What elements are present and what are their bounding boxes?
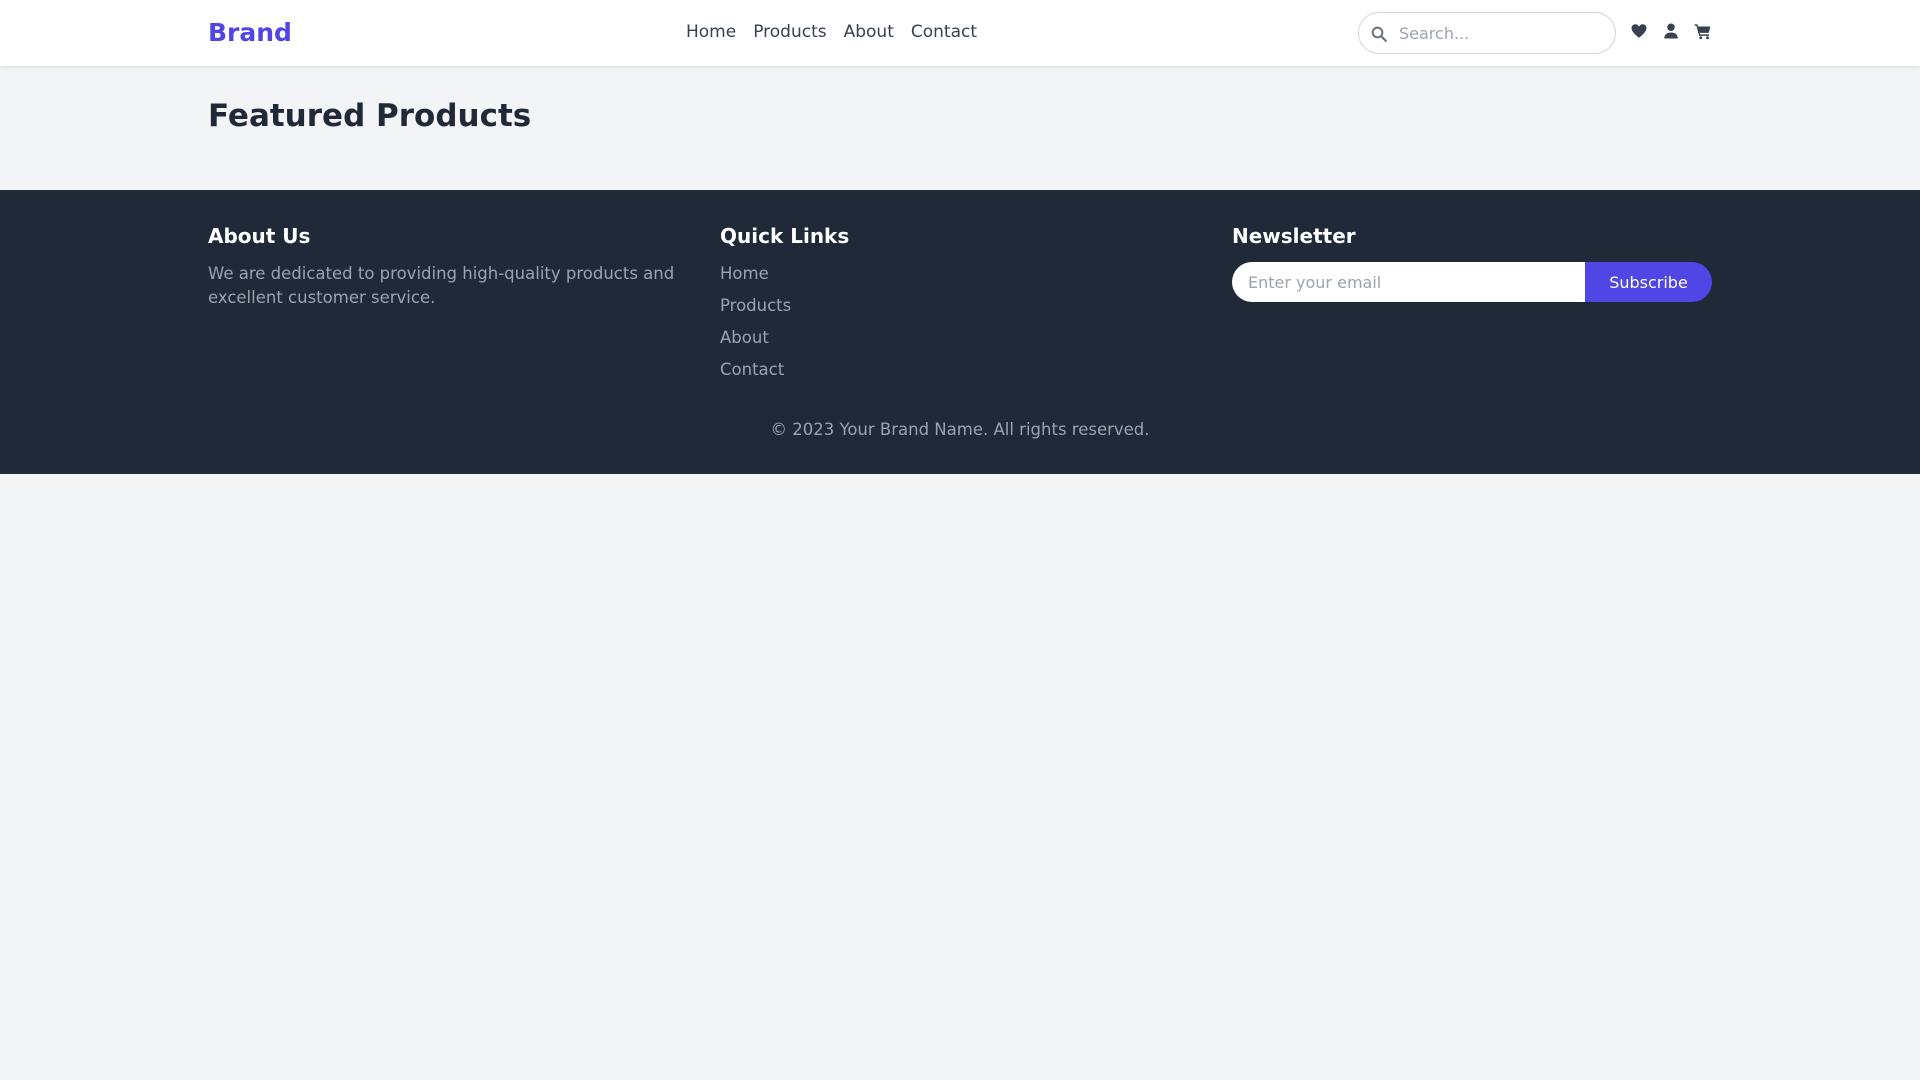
- email-field[interactable]: [1232, 262, 1585, 302]
- brand-logo[interactable]: Brand: [208, 16, 292, 50]
- footer-newsletter-title: Newsletter: [1232, 224, 1356, 248]
- main-nav: Home Products About Contact: [686, 20, 977, 44]
- nav-contact[interactable]: Contact: [911, 20, 977, 44]
- site-footer: About Us We are dedicated to providing h…: [0, 190, 1920, 474]
- nav-about[interactable]: About: [844, 20, 894, 44]
- list-item: Products: [720, 294, 1200, 318]
- quick-links-list: Home Products About Contact: [720, 262, 1200, 382]
- footer-about: About Us We are dedicated to providing h…: [208, 222, 688, 310]
- footer-about-text: We are dedicated to providing high-quali…: [208, 264, 675, 307]
- footer-link-contact[interactable]: Contact: [720, 360, 784, 379]
- footer-links-title: Quick Links: [720, 224, 850, 248]
- nav-home[interactable]: Home: [686, 20, 736, 44]
- copyright-text: © 2023 Your Brand Name. All rights reser…: [770, 420, 1150, 439]
- footer-link-about[interactable]: About: [720, 328, 769, 347]
- list-item: About: [720, 326, 1200, 350]
- main-content: Featured Products: [0, 66, 1920, 190]
- site-header: Brand Home Products About Contact: [0, 0, 1920, 66]
- footer-newsletter: Newsletter Subscribe: [1232, 222, 1712, 302]
- list-item: Contact: [720, 358, 1200, 382]
- search-box: [1358, 12, 1616, 54]
- nav-products[interactable]: Products: [753, 20, 826, 44]
- user-icon[interactable]: [1662, 22, 1680, 40]
- search-icon: [1370, 25, 1388, 43]
- newsletter-form: Subscribe: [1232, 262, 1712, 302]
- footer-about-title: About Us: [208, 224, 311, 248]
- list-item: Home: [720, 262, 1200, 286]
- footer-quick-links: Quick Links Home Products About Contact: [720, 222, 1200, 390]
- search-input[interactable]: [1399, 14, 1607, 52]
- header-actions: [1630, 22, 1712, 40]
- page-title: Featured Products: [208, 98, 532, 134]
- heart-icon[interactable]: [1630, 22, 1648, 40]
- footer-link-home[interactable]: Home: [720, 264, 769, 283]
- cart-icon[interactable]: [1694, 22, 1712, 40]
- subscribe-button[interactable]: Subscribe: [1585, 262, 1712, 302]
- footer-link-products[interactable]: Products: [720, 296, 791, 315]
